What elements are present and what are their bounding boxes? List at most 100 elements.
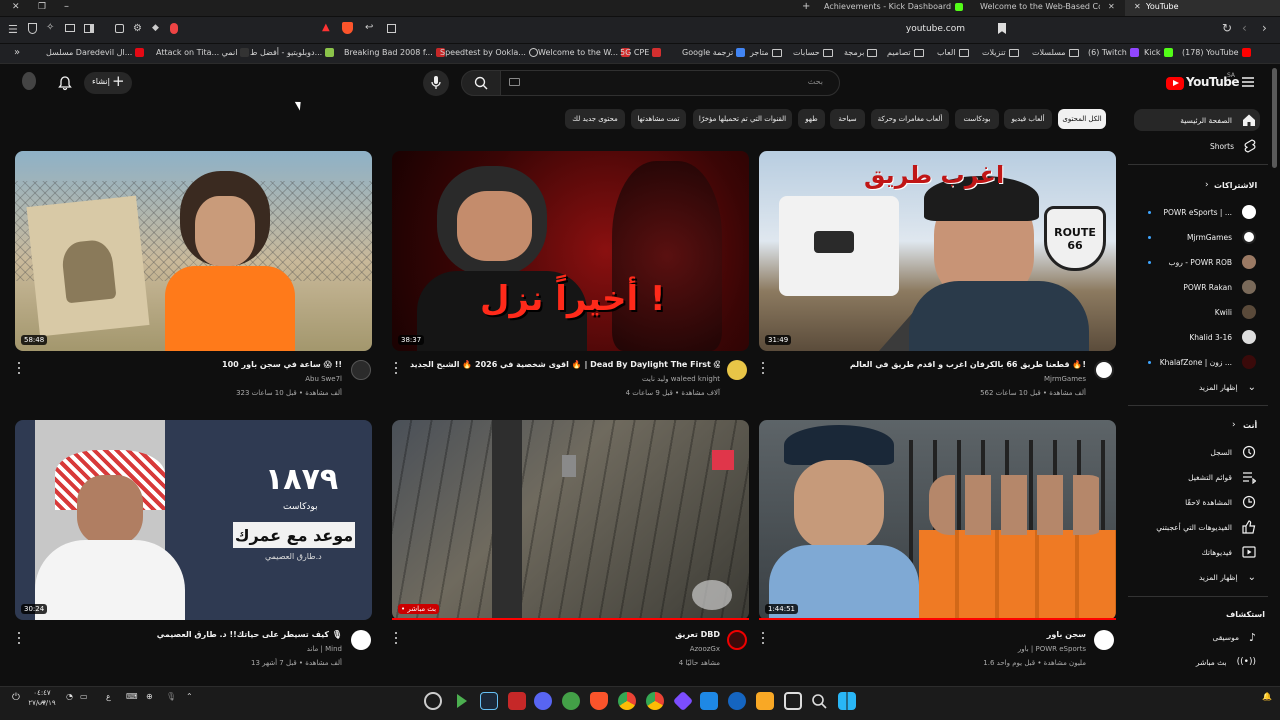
tab-close-icon[interactable]: ✕ [1108,2,1115,11]
tab-close-icon[interactable]: ✕ [1134,2,1141,11]
video-thumbnail[interactable]: 58:48 [15,151,372,351]
channel-avatar[interactable] [351,360,371,380]
brave-app-icon[interactable] [590,692,608,710]
chrome-app-icon[interactable] [618,692,636,710]
channel-avatar[interactable] [727,360,747,380]
video-title[interactable]: تعريق DBD [500,630,720,639]
video-title[interactable]: اقوى شخصية في 2026 🔥 الشبح الجديد 🔥 | De… [410,360,720,369]
bookmark-icon[interactable] [998,23,1006,34]
sidebar-subscription[interactable]: Khalid 3-16 [1134,326,1260,348]
bookmark-daredevil[interactable]: مسلسل Daredevil ال... [46,48,145,57]
sidebar-show-more-subs[interactable]: إظهار المزيد ⌄ [1134,376,1260,398]
video-menu-icon[interactable] [394,362,398,374]
channel-avatar-live[interactable] [727,630,747,650]
video-menu-icon[interactable] [761,632,765,644]
xbox-app-icon[interactable] [562,692,580,710]
video-thumbnail[interactable]: ROUTE 66 اغرب طريق 31:49 [759,151,1116,351]
brave-rewards-icon[interactable]: ▲ [322,22,330,33]
windows-start-icon[interactable] [838,692,856,710]
sidebar-subscription[interactable]: KhalafZone | زون ... [1134,351,1260,373]
sidebar-item-watch-later[interactable]: المشاهدة لاحقًا [1134,491,1260,513]
bookmark-folder-accounts[interactable]: حسابات [793,48,833,57]
task-view-icon[interactable] [784,692,802,710]
channel-avatar[interactable] [1094,360,1114,380]
notification-tray-icon[interactable]: 🔔 [1262,692,1272,701]
video-channel[interactable]: AzoozGx [500,645,720,653]
chip-all[interactable]: الكل المحتوى [1058,109,1106,129]
keyboard-tray-icon[interactable]: ⌨ [126,692,138,701]
back-icon[interactable]: ‹ [1242,21,1247,35]
close-window-icon[interactable]: ✕ [12,2,20,12]
tabs-icon[interactable] [65,24,75,32]
video-menu-icon[interactable] [761,362,765,374]
channel-avatar[interactable] [351,630,371,650]
sidebar-item-music[interactable]: موسيقى ♪ [1134,626,1260,648]
bookmark-kick[interactable]: Kick [1144,48,1173,57]
video-menu-icon[interactable] [17,362,21,374]
video-title[interactable]: سجن باور [866,630,1086,639]
you-heading[interactable]: أنت [1243,421,1257,430]
clock-date[interactable]: ٢٧/٠٧/١٩ [28,699,56,707]
new-tab-icon[interactable]: + [802,1,810,12]
bookmark-speedtest[interactable]: Speedtest by Ookla... [440,48,538,57]
obs-app-icon[interactable] [424,692,442,710]
chevron-up-icon[interactable]: ⌃ [186,692,193,701]
chrome-profile-app-icon[interactable] [646,692,664,710]
avatar[interactable] [22,72,36,90]
chip-tourism[interactable]: سياحة [830,109,865,129]
bookmark-folder-games[interactable]: العاب [937,48,969,57]
stream-app-icon[interactable] [508,692,526,710]
tab-youtube-label[interactable]: YouTube [1146,2,1179,11]
sidebar-subscription[interactable]: POWR Rakan [1134,276,1260,298]
video-channel[interactable]: باور | POWR eSports [866,645,1086,653]
sidebar-item-your-videos[interactable]: فيديوهاتك [1134,541,1260,563]
video-channel[interactable]: MjrmGames [866,375,1086,383]
language-indicator[interactable]: ع [106,692,111,701]
bookmark-youtube[interactable]: (178) YouTube [1182,48,1251,57]
video-channel[interactable]: وليد نايت waleed knight [500,375,720,383]
bookmark-attack-on-titan[interactable]: Attack on Tita... انمي [156,48,250,57]
create-button[interactable]: إنشاء + [84,72,132,94]
mic-tray-icon[interactable]: 🎙 [166,692,176,701]
sidebar-item-liked[interactable]: الفيديوهات التي أعجبتني [1134,516,1260,538]
shield-icon[interactable] [28,23,37,34]
power-icon[interactable]: ⏻ [12,692,20,703]
sidebar-item-playlists[interactable]: قوائم التشغيل [1134,466,1260,488]
video-menu-icon[interactable] [394,632,398,644]
bookmark-breaking-bad[interactable]: Breaking Bad 2008 f... [344,48,445,57]
bookmark-folder-downloads[interactable]: تنزيلات [982,48,1019,57]
bookmark-folder-designs[interactable]: تصاميم [887,48,924,57]
forward-icon[interactable]: › [1262,21,1267,35]
discord-app-icon[interactable] [534,692,552,710]
video-thumbnail[interactable]: • بث مباشر [392,420,749,620]
chip-watched[interactable]: تمت مشاهدتها [631,109,686,129]
tab-web-config[interactable]: Welcome to the Web-Based Config [980,2,1100,11]
notifications-bell-icon[interactable] [57,75,73,91]
vscode-app-icon[interactable] [700,692,718,710]
bookmark-arabic-site[interactable]: دوبلوبتيو - أفضل ط... [250,48,335,57]
chip-video-games[interactable]: ألعاب فيديو [1004,109,1052,129]
bookmark-folder-programming[interactable]: برمجة [844,48,878,57]
minimize-window-icon[interactable]: – [64,1,69,12]
diamond-icon[interactable]: ◆ [152,23,159,33]
subscriptions-heading[interactable]: الاشتراكات [1214,181,1257,190]
video-thumbnail[interactable]: 1:44:51 [759,420,1116,620]
sidebar-item-home[interactable]: الصفحة الرئيسية [1134,109,1260,131]
video-menu-icon[interactable] [17,632,21,644]
sidebar-item-history[interactable]: السجل [1134,441,1260,463]
page-scrollbar[interactable] [1272,68,1277,168]
video-channel[interactable]: Abu Swe7l [120,375,342,383]
bookmark-twitch[interactable]: (6) Twitch [1088,48,1139,57]
extension-icon[interactable]: ⚙ [133,23,142,34]
chip-cooking[interactable]: طهو [798,109,825,129]
screenshot-icon[interactable] [115,24,124,33]
network-tray-icon[interactable]: ⊕ [146,692,153,701]
bookmark-folder-series[interactable]: مسلسلات [1032,48,1079,57]
translate-icon[interactable] [387,24,396,33]
video-title[interactable]: قطعنا طريق 66 بالكرفان اغرب و اقدم طريق … [790,360,1086,369]
file-explorer-icon[interactable] [756,692,774,710]
sidebar-subscription[interactable]: Kwili [1134,301,1260,323]
play-app-icon[interactable] [452,692,470,710]
bookmark-google-translate[interactable]: Google ترجمة [682,48,746,57]
steam-app-icon[interactable] [480,692,498,710]
